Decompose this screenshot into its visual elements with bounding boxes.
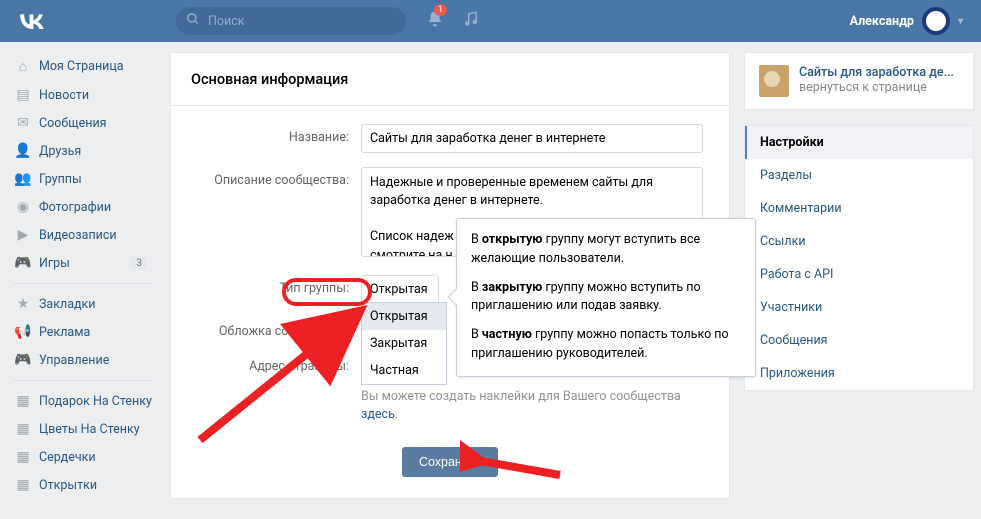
type-option-private[interactable]: Частная <box>362 357 446 384</box>
label-name: Название: <box>171 124 361 153</box>
nav-bookmarks[interactable]: ★Закладки <box>8 290 165 318</box>
type-option-open[interactable]: Открытая <box>362 303 446 330</box>
separator <box>13 380 153 381</box>
home-icon: ⌂ <box>13 58 33 75</box>
right-column: Сайты для заработка де... вернуться к ст… <box>744 52 974 499</box>
settings-menu: Настройки Разделы Комментарии Ссылки Раб… <box>744 125 974 391</box>
nav-groups[interactable]: 👥Группы <box>8 165 165 193</box>
message-icon: ✉ <box>13 115 33 131</box>
name-input[interactable] <box>361 124 703 153</box>
user-menu[interactable]: Александр ▾ <box>850 7 963 35</box>
group-title-link[interactable]: Сайты для заработка де... <box>799 65 959 80</box>
menu-apps[interactable]: Приложения <box>745 357 973 390</box>
nav-photos[interactable]: ◉Фотографии <box>8 193 165 221</box>
app-icon: ▦ <box>13 477 33 493</box>
friends-icon: 👤 <box>13 143 33 159</box>
nav-cards[interactable]: ▦Открытки <box>8 471 165 499</box>
game-icon: 🎮 <box>13 255 33 271</box>
menu-api[interactable]: Работа с API <box>745 258 973 291</box>
left-nav: ⌂Моя Страница ▤Новости ✉Сообщения 👤Друзь… <box>0 52 165 499</box>
main-panel: Основная информация Название: Описание с… <box>170 52 730 499</box>
label-address: Адрес страницы: <box>171 353 361 374</box>
vk-logo[interactable] <box>18 7 46 35</box>
menu-comments[interactable]: Комментарии <box>745 192 973 225</box>
menu-settings[interactable]: Настройки <box>745 126 973 159</box>
search-placeholder: Поиск <box>208 14 245 29</box>
nav-hearts[interactable]: ▦Сердечки <box>8 443 165 471</box>
app-icon: ▦ <box>13 449 33 465</box>
nav-ads[interactable]: 📢Реклама <box>8 318 165 346</box>
video-icon: ▶ <box>13 227 33 243</box>
menu-messages[interactable]: Сообщения <box>745 324 973 357</box>
stickers-link[interactable]: здесь <box>361 407 395 422</box>
label-type: Тип группы: <box>171 275 361 304</box>
nav-manage[interactable]: 🎮Управление <box>8 346 165 374</box>
nav-friends[interactable]: 👤Друзья <box>8 137 165 165</box>
page-return-box[interactable]: Сайты для заработка де... вернуться к ст… <box>744 52 974 110</box>
nav-my-page[interactable]: ⌂Моя Страница <box>8 52 165 81</box>
chevron-down-icon: ▾ <box>958 16 963 27</box>
nav-messages[interactable]: ✉Сообщения <box>8 109 165 137</box>
notifications-icon[interactable]: 1 <box>426 10 444 32</box>
username: Александр <box>850 14 914 29</box>
nav-flowers-wall[interactable]: ▦Цветы На Стенку <box>8 415 165 443</box>
notif-badge: 1 <box>434 4 447 16</box>
nav-games[interactable]: 🎮Игры3 <box>8 249 165 277</box>
menu-links[interactable]: Ссылки <box>745 225 973 258</box>
top-header: Поиск 1 Александр ▾ <box>0 0 981 42</box>
menu-sections[interactable]: Разделы <box>745 159 973 192</box>
games-badge: 3 <box>131 257 147 270</box>
return-link[interactable]: вернуться к странице <box>799 80 959 95</box>
app-icon: ▦ <box>13 421 33 437</box>
search-input[interactable]: Поиск <box>176 7 406 35</box>
megaphone-icon: 📢 <box>13 324 33 340</box>
nav-gift-wall[interactable]: ▦Подарок На Стенку <box>8 387 165 415</box>
label-desc: Описание сообщества: <box>171 167 361 261</box>
camera-icon: ◉ <box>13 199 33 215</box>
music-icon[interactable] <box>462 10 480 32</box>
menu-members[interactable]: Участники <box>745 291 973 324</box>
star-icon: ★ <box>13 296 33 312</box>
label-cover: Обложка сообщества: <box>171 318 361 339</box>
type-option-closed[interactable]: Закрытая <box>362 330 446 357</box>
group-type-select[interactable]: Открытая Открытая Закрытая Частная <box>361 275 439 304</box>
group-thumbnail <box>759 65 789 97</box>
news-icon: ▤ <box>13 87 33 103</box>
group-type-dropdown: Открытая Закрытая Частная <box>361 302 447 385</box>
search-icon <box>186 12 200 30</box>
avatar <box>922 7 950 35</box>
stickers-hint: Вы можете создать наклейки для Вашего со… <box>361 388 706 423</box>
separator <box>13 283 153 284</box>
group-type-tooltip: В открытую группу могут вступить все жел… <box>456 218 756 377</box>
save-button[interactable]: Сохранить <box>402 447 498 477</box>
groups-icon: 👥 <box>13 171 33 187</box>
manage-icon: 🎮 <box>13 352 33 368</box>
app-icon: ▦ <box>13 393 33 409</box>
nav-videos[interactable]: ▶Видеозаписи <box>8 221 165 249</box>
nav-news[interactable]: ▤Новости <box>8 81 165 109</box>
page-title: Основная информация <box>171 53 729 106</box>
